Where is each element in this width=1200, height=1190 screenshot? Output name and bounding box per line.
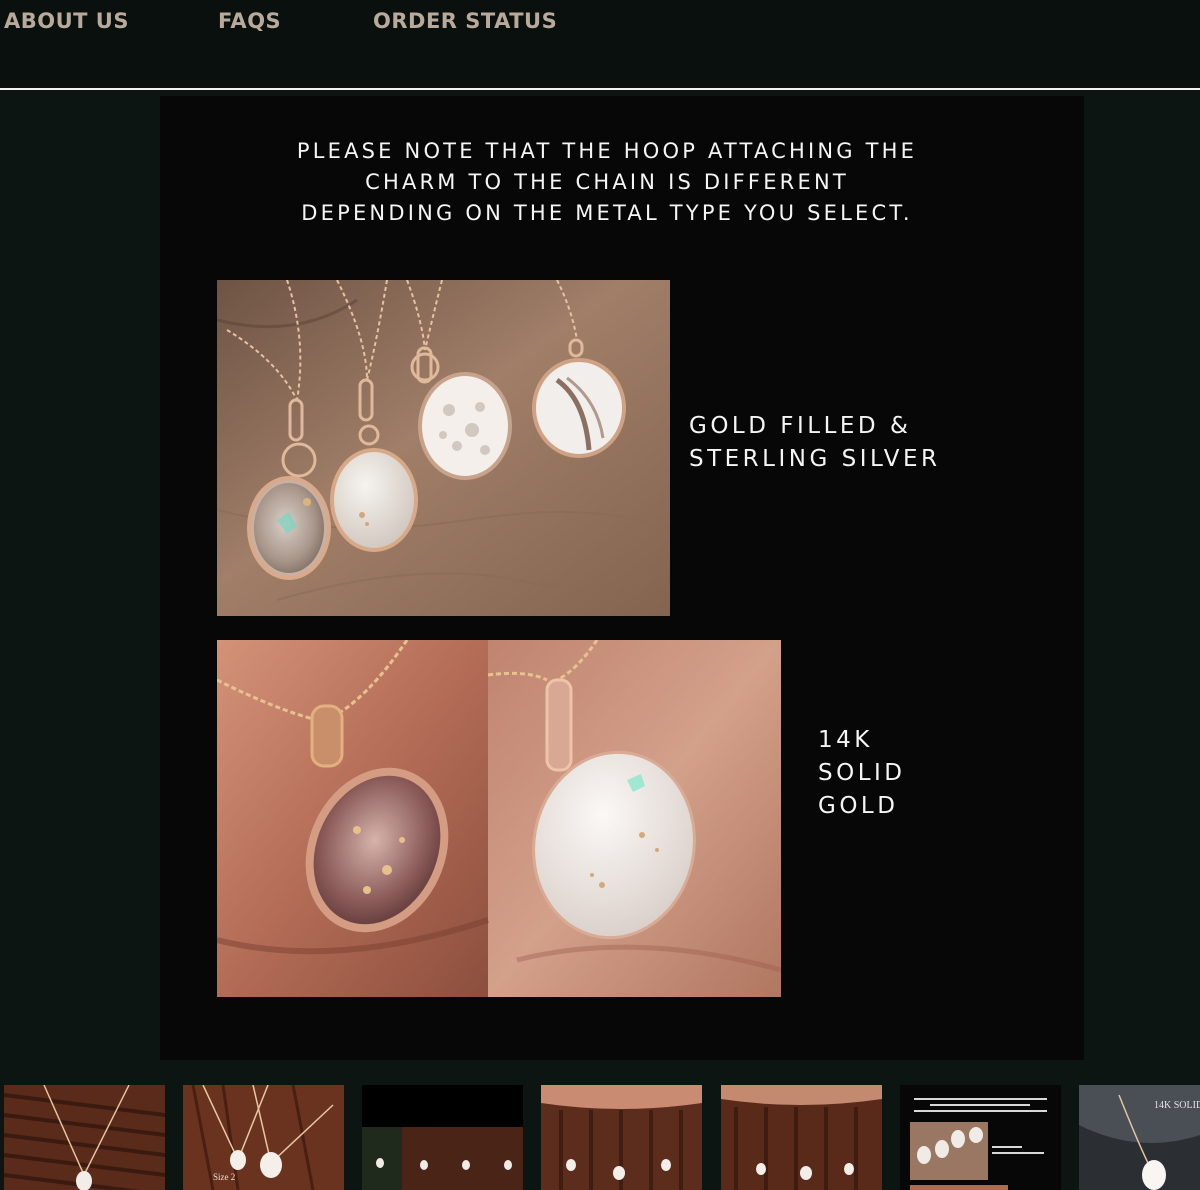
thumbnail[interactable]: 14K SOLID	[1079, 1085, 1200, 1190]
gold-filled-silver-photo	[217, 280, 670, 616]
thumbnail[interactable]	[362, 1085, 523, 1190]
thumbnail-label: Size 2	[213, 1172, 236, 1182]
thumbnail[interactable]	[900, 1085, 1061, 1190]
caption-line: STERLING SILVER	[689, 446, 941, 472]
thumbnail-strip: Size 2 14K SOLID	[0, 1085, 1200, 1190]
notice-line: CHARM TO THE CHAIN IS DIFFERENT	[365, 170, 849, 194]
thumbnail-label: 14K SOLID	[1154, 1100, 1200, 1111]
gold-filled-silver-caption: GOLD FILLED & STERLING SILVER	[689, 410, 941, 476]
nav-order-status[interactable]: ORDER STATUS	[373, 9, 557, 33]
caption-line: SOLID	[818, 760, 906, 786]
thumbnail[interactable]	[4, 1085, 165, 1190]
hoop-notice: PLEASE NOTE THAT THE HOOP ATTACHING THE …	[220, 136, 994, 229]
caption-line: GOLD	[818, 793, 899, 819]
product-main-image: PLEASE NOTE THAT THE HOOP ATTACHING THE …	[160, 96, 1084, 1060]
caption-line: 14K	[818, 727, 873, 753]
caption-line: GOLD FILLED &	[689, 413, 912, 439]
thumbnail[interactable]	[721, 1085, 882, 1190]
solid-gold-photo	[217, 640, 781, 997]
thumbnail[interactable]	[541, 1085, 702, 1190]
top-navigation: ABOUT US FAQS ORDER STATUS	[0, 0, 1200, 90]
notice-line: PLEASE NOTE THAT THE HOOP ATTACHING THE	[296, 139, 918, 163]
nav-about-us[interactable]: ABOUT US	[4, 9, 129, 33]
notice-line: DEPENDING ON THE METAL TYPE YOU SELECT.	[301, 201, 913, 225]
solid-gold-caption: 14K SOLID GOLD	[818, 724, 906, 823]
thumbnail[interactable]: Size 2	[183, 1085, 344, 1190]
nav-faqs[interactable]: FAQS	[218, 9, 281, 33]
